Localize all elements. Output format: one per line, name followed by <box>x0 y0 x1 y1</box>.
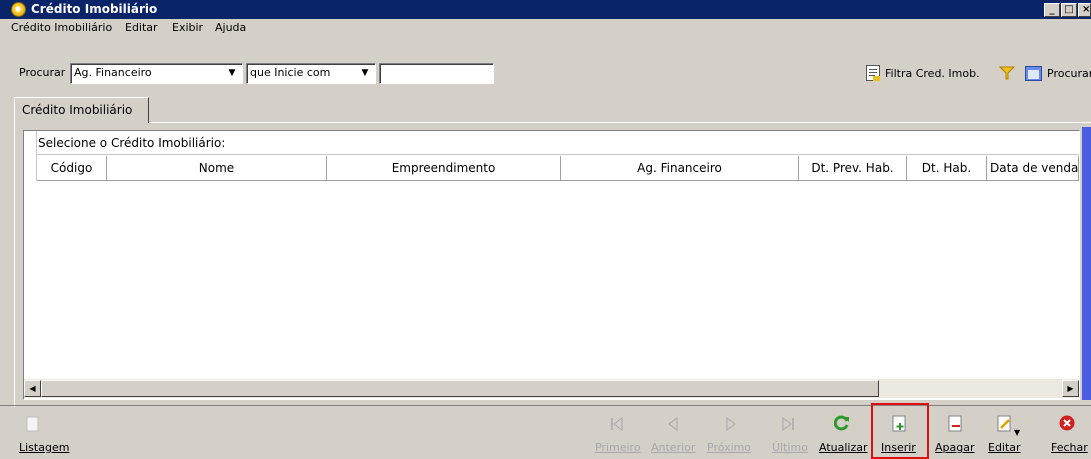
scrollbar-thumb[interactable] <box>41 380 879 397</box>
next-record-icon <box>726 417 736 431</box>
column-header-data-de-venda[interactable]: Data de venda <box>987 156 1079 181</box>
maximize-button[interactable]: □ <box>1061 3 1077 17</box>
refresh-icon <box>834 415 849 431</box>
menu-bar <box>0 19 1091 39</box>
search-label: Procurar <box>19 66 66 79</box>
listagem-button[interactable]: Listagem <box>19 441 69 454</box>
column-header-dt-hab[interactable]: Dt. Hab. <box>907 156 987 181</box>
document-filter-icon[interactable] <box>866 65 880 81</box>
primeiro-button[interactable]: Primeiro <box>595 441 641 454</box>
close-window-button[interactable]: × <box>1078 3 1091 17</box>
app-icon <box>11 2 26 17</box>
chevron-down-icon[interactable]: ▼ <box>224 66 240 81</box>
editar-dropdown-icon[interactable]: ▼ <box>1014 428 1020 437</box>
panel-edge <box>1082 127 1091 400</box>
search-window-icon[interactable] <box>1025 66 1042 81</box>
menu-credito-imobiliario[interactable]: Crédito Imobiliário <box>11 21 112 34</box>
first-record-icon <box>611 417 623 431</box>
search-mode-select[interactable]: que Inicie com ▼ <box>246 63 376 84</box>
scroll-left-button[interactable]: ◀ <box>24 380 41 397</box>
atualizar-button[interactable]: Atualizar <box>819 441 868 454</box>
window-title: Crédito Imobiliário <box>31 2 158 16</box>
title-bar[interactable] <box>0 0 1091 19</box>
menu-exibir[interactable]: Exibir <box>172 21 203 34</box>
inserir-highlight-box <box>871 403 929 459</box>
row-indicator-column <box>24 131 37 181</box>
search-input[interactable] <box>379 63 494 84</box>
filter-credit-button[interactable]: Filtra Cred. Imob. <box>885 67 980 80</box>
search-field-value: Ag. Financeiro <box>74 66 152 79</box>
chevron-down-icon[interactable]: ▼ <box>357 66 373 81</box>
funnel-icon[interactable] <box>999 66 1015 80</box>
tab-label: Crédito Imobiliário <box>22 103 133 117</box>
document-icon <box>26 416 39 432</box>
scroll-right-button[interactable]: ▶ <box>1062 380 1079 397</box>
close-icon <box>1059 415 1075 431</box>
fechar-button[interactable]: Fechar <box>1051 441 1088 454</box>
editar-button[interactable]: Editar <box>988 441 1021 454</box>
column-header-ag-financeiro[interactable]: Ag. Financeiro <box>561 156 799 181</box>
column-header-nome[interactable]: Nome <box>107 156 327 181</box>
minimize-button[interactable]: _ <box>1044 3 1060 17</box>
column-header-codigo[interactable]: Código <box>37 156 107 181</box>
search-field-select[interactable]: Ag. Financeiro ▼ <box>70 63 243 84</box>
menu-editar[interactable]: Editar <box>125 21 158 34</box>
column-header-empreendimento[interactable]: Empreendimento <box>327 156 561 181</box>
search-button[interactable]: Procurar <box>1047 67 1091 80</box>
anterior-button[interactable]: Anterior <box>651 441 695 454</box>
ultimo-button[interactable]: Último <box>772 441 808 454</box>
edit-document-icon <box>997 415 1011 432</box>
grid-caption: Selecione o Crédito Imobiliário: <box>38 136 226 150</box>
delete-document-icon <box>948 415 962 432</box>
menu-ajuda[interactable]: Ajuda <box>215 21 246 34</box>
column-header-dt-prev-hab[interactable]: Dt. Prev. Hab. <box>799 156 907 181</box>
last-record-icon <box>782 417 794 431</box>
proximo-button[interactable]: Próximo <box>707 441 751 454</box>
previous-record-icon <box>668 417 678 431</box>
search-mode-value: que Inicie com <box>250 66 331 79</box>
apagar-button[interactable]: Apagar <box>935 441 975 454</box>
